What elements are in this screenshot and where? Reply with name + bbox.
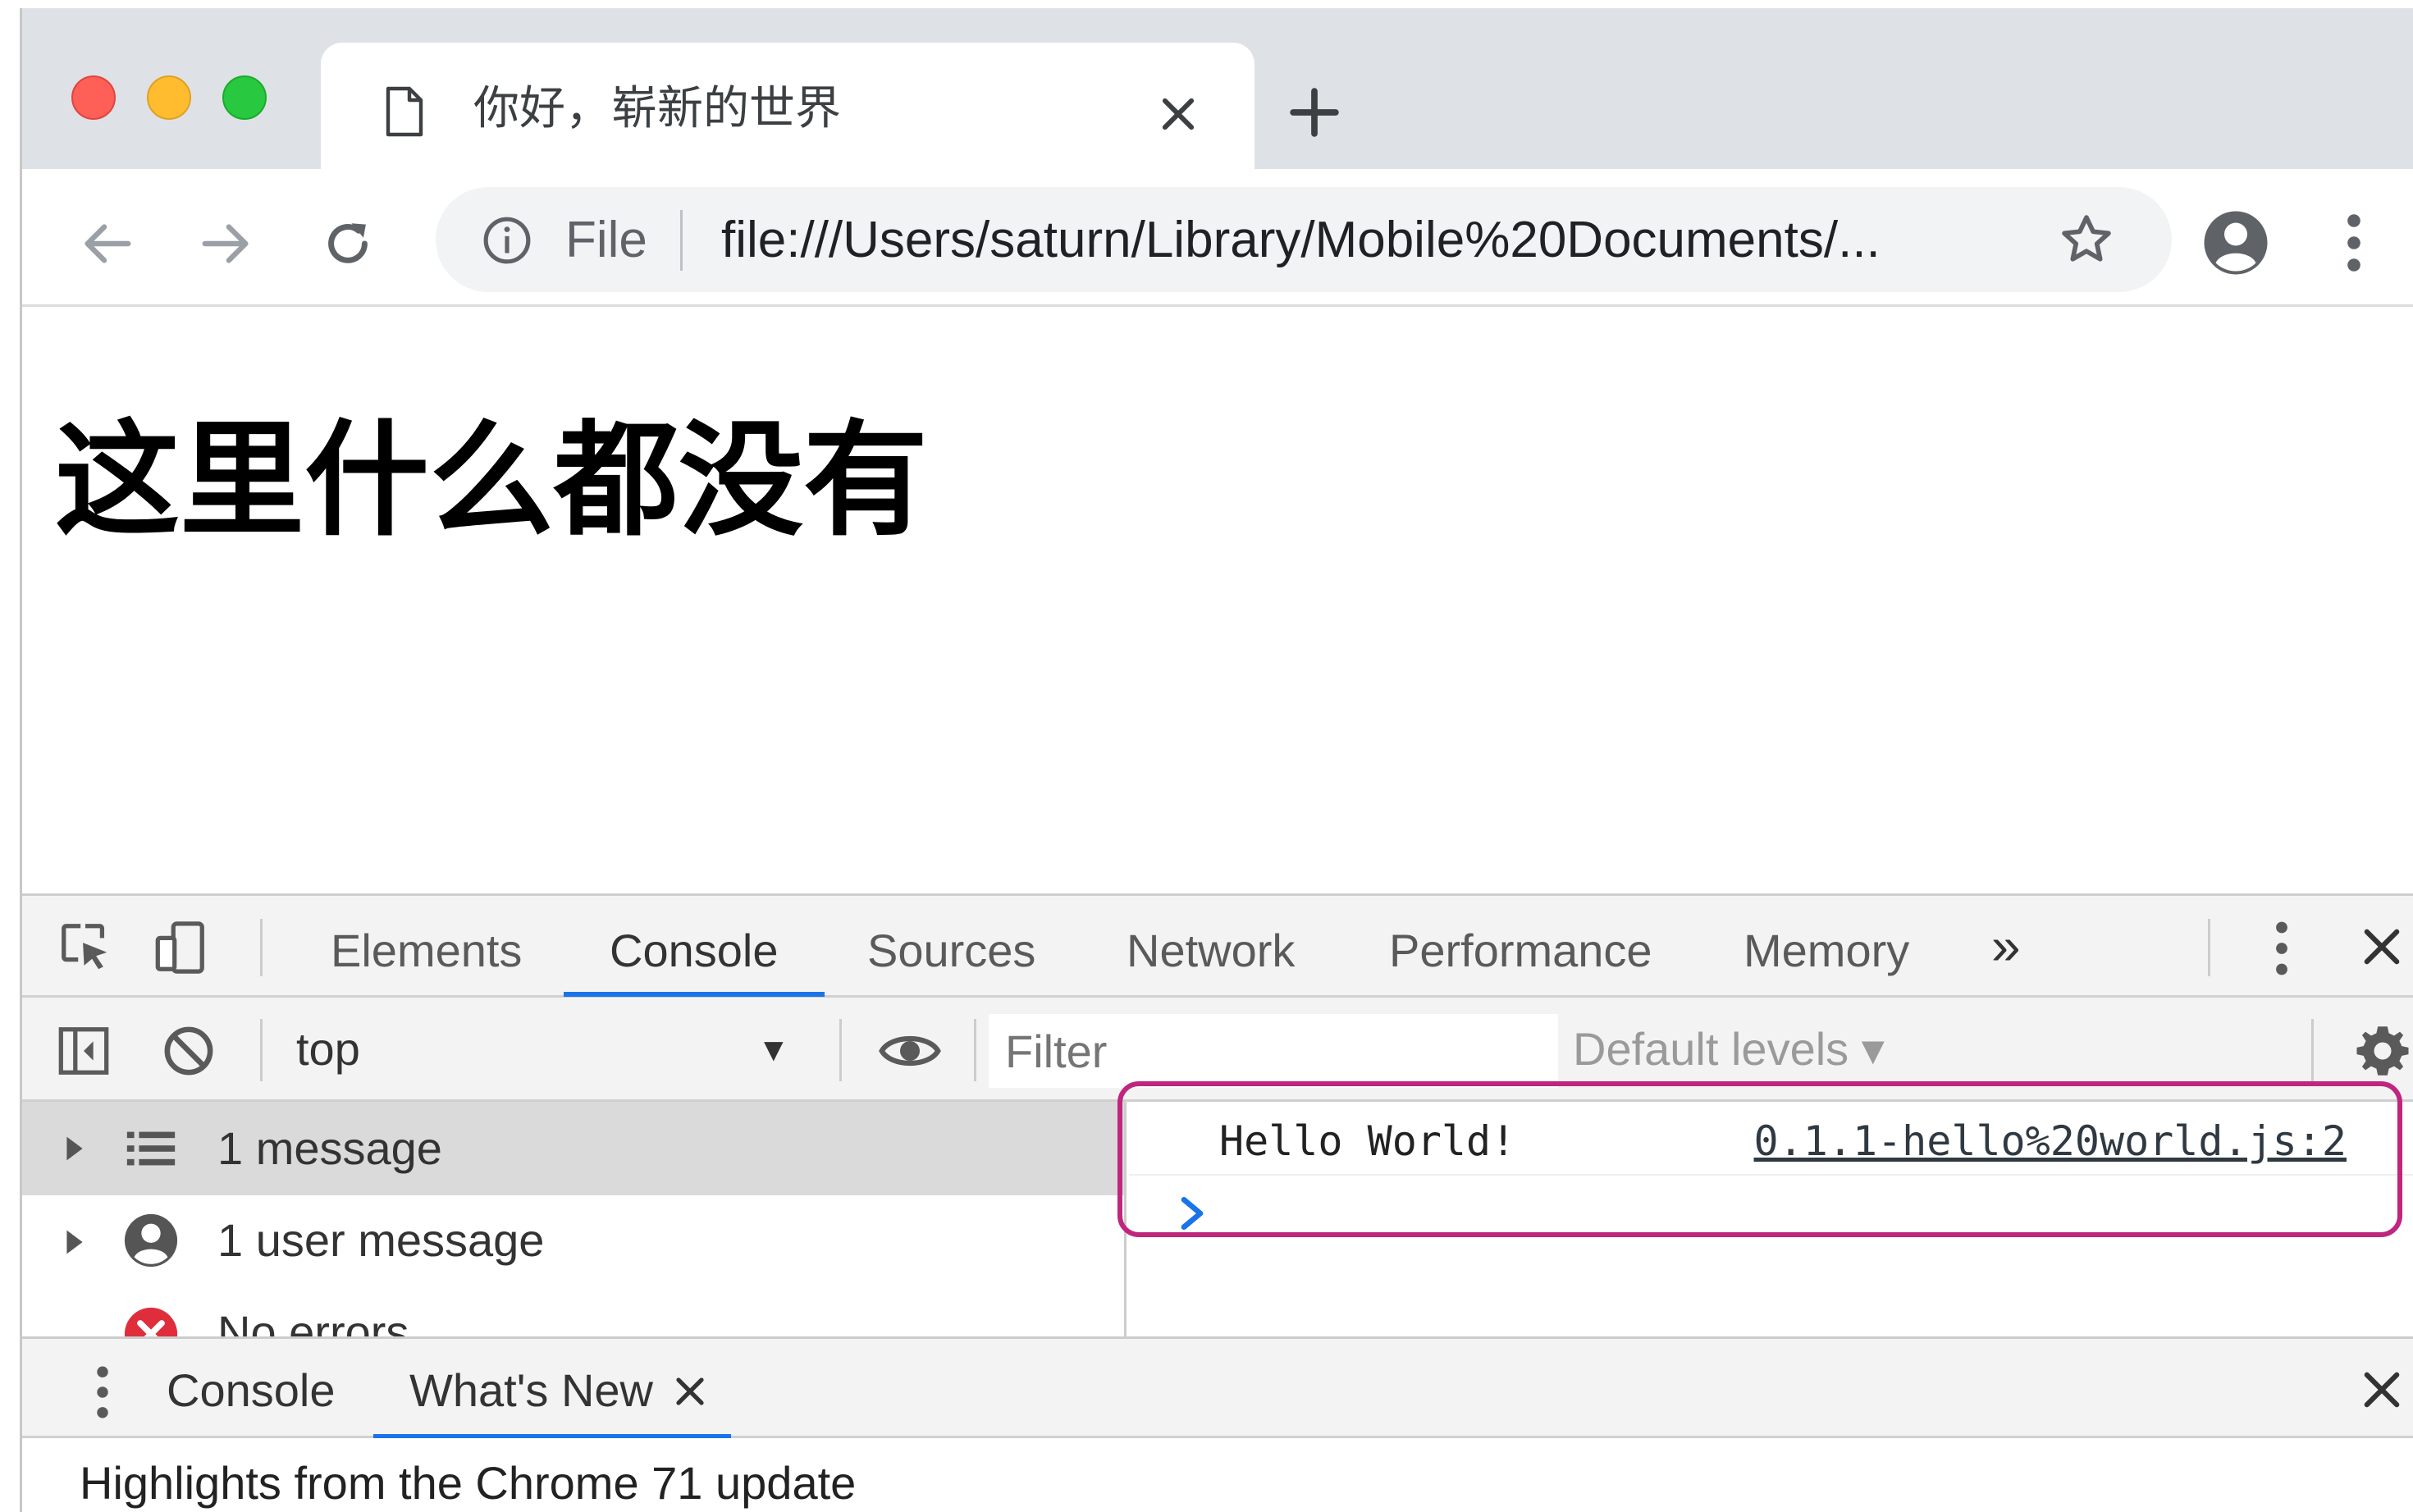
console-prompt-chevron-icon[interactable]	[1178, 1197, 1206, 1230]
message-text: Hello World!	[1219, 1117, 1516, 1165]
console-toolbar: top ▼ Default levels ▾	[22, 998, 2413, 1102]
toolbar-divider	[974, 1019, 976, 1081]
browser-tab[interactable]: 你好，崭新的世界	[321, 43, 1254, 169]
tab-sources[interactable]: Sources	[867, 924, 1035, 978]
expand-arrow-icon[interactable]	[65, 1230, 85, 1254]
sidebar-item-user-messages[interactable]: 1 user message	[22, 1195, 1124, 1289]
console-sidebar: 1 message 1 user message No errors	[22, 1102, 1127, 1336]
console-message: Hello World! 0.1.1-hello%20world.js:2	[1129, 1102, 2413, 1176]
drawer-tab-console[interactable]: Console	[167, 1364, 335, 1418]
drawer-tab-whats-new[interactable]: What's New	[409, 1364, 653, 1418]
expand-arrow-icon[interactable]	[65, 1136, 85, 1161]
whats-new-title: Highlights from the Chrome 71 update	[80, 1457, 857, 1509]
close-devtools-icon[interactable]	[2360, 925, 2403, 968]
sidebar-toggle-icon[interactable]	[55, 1022, 112, 1080]
live-expression-eye-icon[interactable]	[877, 1022, 943, 1080]
drawer-tab-bar: Console What's New	[22, 1336, 2413, 1439]
sidebar-item-messages[interactable]: 1 message	[22, 1102, 1124, 1195]
bookmark-star-icon[interactable]	[2059, 212, 2114, 267]
tab-memory[interactable]: Memory	[1743, 924, 1909, 978]
page-content: 这里什么都没有	[22, 307, 2413, 893]
back-arrow-icon[interactable]	[78, 215, 135, 272]
browser-toolbar: File file:///Users/saturn/Library/Mobile…	[22, 169, 2413, 307]
toolbar-divider	[260, 919, 263, 976]
filter-input[interactable]	[989, 1014, 1558, 1088]
scheme-label: File	[565, 212, 647, 268]
toolbar-divider	[839, 1019, 842, 1081]
reload-icon[interactable]	[319, 215, 377, 272]
forward-arrow-icon[interactable]	[198, 215, 255, 272]
user-icon	[124, 1213, 178, 1268]
close-drawer-tab-icon[interactable]	[674, 1375, 706, 1408]
sidebar-item-label: 1 user message	[217, 1214, 545, 1266]
drawer-menu-icon[interactable]	[93, 1364, 112, 1421]
omnibox-separator	[680, 210, 683, 271]
tab-title: 你好，崭新的世界	[473, 82, 841, 135]
console-output: Hello World! 0.1.1-hello%20world.js:2	[1129, 1102, 2413, 1336]
message-source-link[interactable]: 0.1.1-hello%20world.js:2	[1754, 1117, 2347, 1166]
browser-window: 你好，崭新的世界 File file:///Users/saturn/Libra…	[20, 8, 2413, 1512]
close-tab-icon[interactable]	[1159, 95, 1197, 133]
whats-new-panel: Highlights from the Chrome 71 update	[22, 1438, 2413, 1512]
document-icon	[386, 86, 423, 137]
toolbar-divider	[260, 1019, 263, 1081]
error-icon	[124, 1307, 178, 1336]
address-bar[interactable]: File file:///Users/saturn/Library/Mobile…	[436, 187, 2172, 292]
sidebar-item-label: No errors	[217, 1306, 409, 1336]
url-text[interactable]: file:///Users/saturn/Library/Mobile%20Do…	[721, 210, 1881, 271]
new-tab-icon[interactable]	[1289, 87, 1340, 138]
devtools-menu-icon[interactable]	[2272, 919, 2292, 978]
tab-console[interactable]: Console	[610, 924, 778, 978]
devtools-tab-bar: Elements Console Sources Network Perform…	[22, 896, 2413, 998]
console-settings-gear-icon[interactable]	[2354, 1022, 2411, 1080]
device-toolbar-icon[interactable]	[152, 919, 209, 976]
filter-field[interactable]	[989, 1014, 1558, 1088]
sidebar-item-label: 1 message	[217, 1122, 442, 1174]
page-heading: 这里什么都没有	[55, 406, 928, 553]
context-selector[interactable]: top	[296, 1022, 360, 1076]
toolbar-divider	[2208, 919, 2210, 976]
tab-network[interactable]: Network	[1127, 924, 1295, 978]
profile-avatar-icon[interactable]	[2201, 208, 2270, 277]
sidebar-item-errors[interactable]: No errors	[22, 1289, 1124, 1336]
zoom-window-button[interactable]	[222, 75, 267, 120]
list-icon	[126, 1131, 176, 1166]
context-dropdown-caret[interactable]: ▼	[757, 1032, 790, 1069]
devtools-panel: Elements Console Sources Network Perform…	[22, 893, 2413, 1512]
tab-elements[interactable]: Elements	[331, 924, 522, 978]
close-window-button[interactable]	[71, 75, 116, 120]
close-drawer-icon[interactable]	[2360, 1368, 2403, 1411]
active-tab-indicator	[564, 992, 825, 997]
inspect-element-icon[interactable]	[57, 919, 114, 976]
toolbar-divider	[2311, 1019, 2314, 1081]
info-icon[interactable]	[482, 215, 532, 266]
more-tabs-button[interactable]: »	[1991, 919, 2021, 973]
log-levels-dropdown[interactable]: Default levels ▾	[1573, 1022, 1885, 1076]
tab-strip: 你好，崭新的世界	[22, 8, 2413, 169]
minimize-window-button[interactable]	[147, 75, 191, 120]
browser-menu-icon[interactable]	[2344, 212, 2364, 274]
clear-console-icon[interactable]	[162, 1024, 216, 1078]
tab-performance[interactable]: Performance	[1389, 924, 1652, 978]
